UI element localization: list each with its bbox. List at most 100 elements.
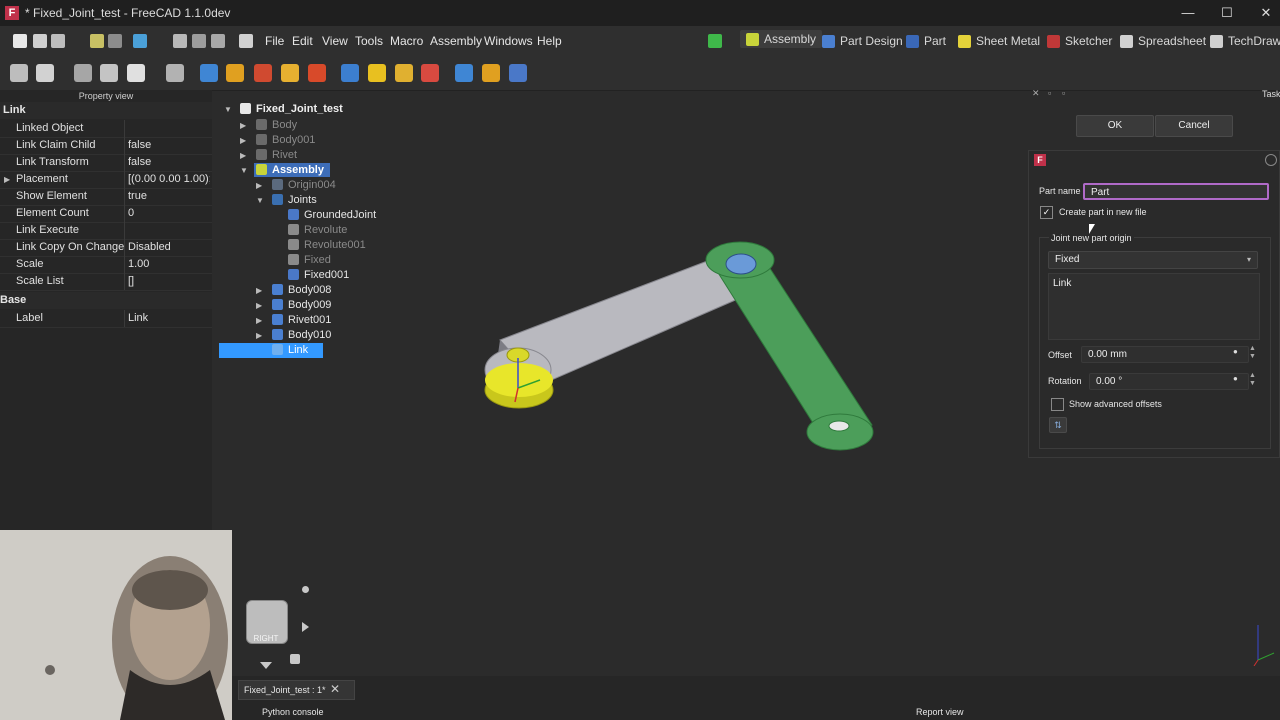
green-link-part[interactable]	[709, 249, 873, 443]
collapse-arrow-icon[interactable]: ▼	[256, 196, 264, 205]
save-icon[interactable]	[51, 34, 65, 48]
3d-viewport[interactable]	[440, 220, 900, 480]
tree-item[interactable]: Body001	[256, 134, 315, 146]
property-row[interactable]: Link Execute	[0, 222, 212, 240]
menu-file[interactable]: File	[265, 34, 284, 48]
slider-joint-icon[interactable]	[421, 64, 439, 82]
workbench-techdraw[interactable]: TechDraw	[1210, 34, 1280, 48]
close-window-button[interactable]: ✕	[1246, 0, 1280, 26]
exploded-view-icon[interactable]	[308, 64, 326, 82]
menu-tools[interactable]: Tools	[355, 34, 383, 48]
execute-macro-icon[interactable]	[211, 34, 225, 48]
open-document-icon[interactable]	[33, 34, 47, 48]
navcube-menu-icon[interactable]	[302, 586, 309, 593]
expand-arrow-icon[interactable]: ▶	[256, 316, 262, 325]
tree-item[interactable]: Joints	[272, 194, 317, 206]
cancel-button[interactable]: Cancel	[1155, 115, 1233, 137]
collapse-arrow-icon[interactable]: ▼	[224, 105, 232, 114]
property-row[interactable]: Link Claim Child false	[0, 137, 212, 155]
rotation-input[interactable]: 0.00 °	[1089, 373, 1249, 390]
expand-arrow-icon[interactable]: ▶	[240, 136, 246, 145]
cylindrical-joint-icon[interactable]	[395, 64, 413, 82]
tree-item-selected[interactable]: Link	[219, 343, 323, 358]
tree-root-document[interactable]: Fixed_Joint_test	[240, 103, 343, 115]
property-row[interactable]: Link Transform false	[0, 154, 212, 172]
property-group-link[interactable]: Link	[0, 102, 212, 119]
workbench-sheet-metal[interactable]: Sheet Metal	[958, 34, 1040, 48]
python-icon[interactable]	[239, 34, 253, 48]
tree-item[interactable]: Origin004	[272, 179, 336, 191]
tree-item-assembly[interactable]: Assembly	[254, 163, 330, 177]
expand-arrow-icon[interactable]: ▶	[256, 286, 262, 295]
tree-item[interactable]: Rivet001	[272, 314, 331, 326]
collapse-arrow-icon[interactable]: ▼	[240, 166, 248, 175]
expression-icon[interactable]: ●	[1233, 374, 1238, 383]
menu-macro[interactable]: Macro	[390, 34, 423, 48]
part-name-input[interactable]: Part	[1083, 183, 1269, 200]
maximize-button[interactable]: ☐	[1207, 0, 1247, 26]
tree-item[interactable]: Body010	[272, 329, 331, 341]
revolute-joint-icon[interactable]	[368, 64, 386, 82]
spinbox-arrows-icon[interactable]: ▲ ▼	[1249, 372, 1256, 388]
workbench-sketcher[interactable]: Sketcher	[1047, 34, 1112, 48]
ball-joint-icon[interactable]	[455, 64, 473, 82]
draw-style-icon[interactable]	[36, 64, 54, 82]
rotate-right-icon[interactable]	[302, 622, 309, 632]
new-document-icon[interactable]	[13, 34, 27, 48]
insert-component-icon[interactable]	[226, 64, 244, 82]
show-advanced-checkbox[interactable]	[1051, 398, 1064, 411]
part-container-icon[interactable]	[166, 64, 184, 82]
reference-list[interactable]: Link	[1048, 273, 1260, 340]
expand-arrow-icon[interactable]: ▶	[256, 301, 262, 310]
origin-select[interactable]: Fixed ▾	[1048, 251, 1258, 269]
solve-assembly-icon[interactable]	[254, 64, 272, 82]
tree-item[interactable]: Body009	[272, 299, 331, 311]
property-group-base[interactable]: Base	[0, 292, 212, 309]
workbench-part-design[interactable]: Part Design	[822, 34, 903, 48]
fixed-joint-icon[interactable]	[341, 64, 359, 82]
float-icon[interactable]: ▫	[1048, 88, 1051, 98]
reverse-joint-icon[interactable]: ⇅	[1049, 417, 1067, 433]
workbench-part[interactable]: Part	[906, 34, 946, 48]
tree-item[interactable]: Revolute	[288, 224, 347, 236]
tree-item[interactable]: Rivet	[256, 149, 297, 161]
property-row[interactable]: Label Link	[0, 310, 212, 328]
undo-icon[interactable]	[90, 34, 104, 48]
macro-record-icon[interactable]	[173, 34, 187, 48]
dock-icon[interactable]: ▫	[1062, 88, 1065, 98]
rotate-down-icon[interactable]	[260, 662, 272, 669]
ok-button[interactable]: OK	[1076, 115, 1154, 137]
expand-arrow-icon[interactable]: ▶	[240, 121, 246, 130]
tree-item[interactable]: Fixed001	[288, 269, 349, 281]
bom-icon[interactable]	[281, 64, 299, 82]
python-console-tab[interactable]: Python console	[262, 707, 324, 717]
property-row[interactable]: Link Copy On Change Disabled	[0, 239, 212, 257]
close-tab-icon[interactable]: ✕	[330, 682, 340, 696]
reference-list-item[interactable]: Link	[1053, 278, 1071, 289]
expand-arrow-icon[interactable]: ▶	[240, 151, 246, 160]
spinbox-arrows-icon[interactable]: ▲ ▼	[1249, 345, 1256, 361]
redo-icon[interactable]	[108, 34, 122, 48]
navigation-cube[interactable]: RIGHT	[232, 584, 312, 674]
tree-item[interactable]: Body008	[272, 284, 331, 296]
property-row[interactable]: Scale List[]	[0, 273, 212, 291]
simulation-icon[interactable]	[509, 64, 527, 82]
bounding-box-icon[interactable]	[74, 64, 92, 82]
menu-view[interactable]: View	[322, 34, 348, 48]
expression-icon[interactable]: ●	[1233, 347, 1238, 356]
gear-joint-icon[interactable]	[482, 64, 500, 82]
expand-arrow-icon[interactable]: ▶	[4, 171, 10, 188]
workbench-spreadsheet[interactable]: Spreadsheet	[1120, 34, 1206, 48]
property-row[interactable]: ▶Placement[(0.00 0.00 1.00);...	[0, 171, 212, 189]
property-row[interactable]: Show Element true	[0, 188, 212, 206]
measure-icon[interactable]	[100, 64, 118, 82]
close-icon[interactable]: ✕	[1032, 88, 1040, 99]
tree-item[interactable]: GroundedJoint	[288, 209, 376, 221]
macros-icon[interactable]	[192, 34, 206, 48]
collapse-panel-icon[interactable]	[1265, 154, 1277, 166]
refresh-icon[interactable]	[133, 34, 147, 48]
tree-view-icon[interactable]	[127, 64, 145, 82]
expand-arrow-icon[interactable]: ▶	[256, 331, 262, 340]
std-views-icon[interactable]	[10, 64, 28, 82]
menu-edit[interactable]: Edit	[292, 34, 313, 48]
